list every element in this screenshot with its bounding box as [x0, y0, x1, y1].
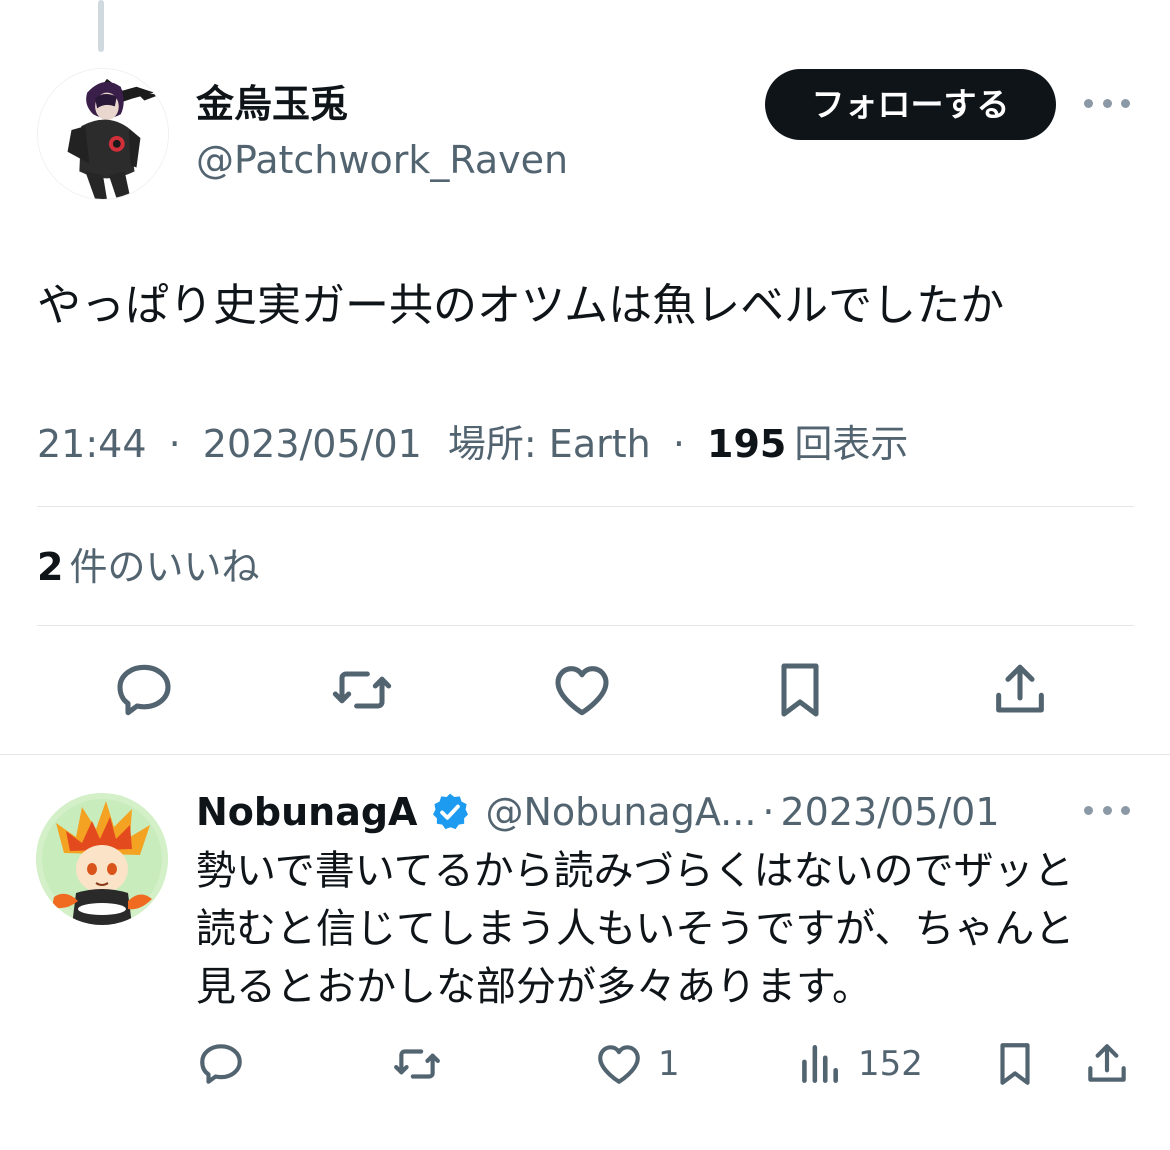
reply-likes-count: 1: [658, 1044, 680, 1084]
anime-character-avatar-icon: [36, 793, 168, 925]
reply-reply-button[interactable]: [196, 1038, 246, 1090]
reply-views-button[interactable]: 152: [794, 1038, 923, 1090]
reply-text-line: 勢いで書いてるから読みづらくはないのでザッと: [196, 848, 1074, 894]
follow-button[interactable]: フォローする: [765, 69, 1056, 140]
heart-icon: [598, 1045, 640, 1084]
reply-text: 勢いで書いてるから読みづらくはないのでザッと 読むと信じてしまう人もいそうですが…: [196, 842, 1136, 1016]
heart-icon[interactable]: [550, 658, 614, 722]
section-divider: [0, 754, 1170, 755]
likes-count: 2: [37, 545, 64, 589]
meta-separator: ·: [168, 422, 181, 466]
reply-retweet-button[interactable]: [392, 1038, 442, 1090]
tweet-metadata: 21:44 · 2023/05/01 場所: Earth · 195 回表示: [37, 418, 908, 470]
anime-character-avatar-icon: [38, 69, 168, 199]
reply-date[interactable]: 2023/05/01: [781, 790, 1000, 834]
reply-more-options-icon[interactable]: [1084, 800, 1130, 820]
reply-text-line: 見るとおかしな部分が多々あります。: [196, 964, 872, 1010]
tweet-time[interactable]: 21:44: [37, 422, 147, 466]
reply-text-line: 読むと信じてしまう人もいそうですが、ちゃんと: [196, 906, 1075, 952]
reply-author-avatar[interactable]: [36, 793, 168, 925]
bookmark-icon[interactable]: [768, 658, 832, 722]
views-count: 195: [707, 422, 787, 466]
author-avatar[interactable]: [37, 68, 169, 200]
tweet-text: やっぱり史実ガー共のオツムは魚レベルでしたか: [37, 280, 1005, 331]
retweet-icon: [394, 1049, 440, 1079]
author-handle[interactable]: @Patchwork_Raven: [196, 134, 568, 186]
retweet-icon[interactable]: [330, 658, 394, 722]
tweet-date[interactable]: 2023/05/01: [203, 422, 422, 466]
share-icon: [1088, 1044, 1126, 1082]
views-label: 回表示: [794, 422, 909, 466]
verified-badge-icon: [433, 793, 469, 830]
tweet-location: 場所: Earth: [447, 422, 651, 466]
share-icon[interactable]: [988, 658, 1052, 722]
header-separator: ·: [762, 790, 775, 834]
reply-icon[interactable]: [112, 658, 176, 722]
reply-author-handle[interactable]: @NobunagA...: [485, 790, 756, 834]
reply-share-button[interactable]: [1082, 1038, 1132, 1090]
reply-like-button[interactable]: 1: [594, 1038, 680, 1090]
likes-label: 件のいいね: [69, 545, 260, 589]
reply-bookmark-button[interactable]: [990, 1038, 1040, 1090]
divider: [37, 506, 1134, 507]
reply-author-display-name[interactable]: NobunagA: [196, 790, 417, 834]
bookmark-icon: [1000, 1043, 1030, 1085]
reply-icon: [200, 1044, 242, 1084]
thread-connector-line: [98, 0, 104, 52]
reply-header: NobunagA @NobunagA... · 2023/05/01: [196, 784, 1000, 840]
views-chart-icon: [802, 1045, 838, 1083]
tweet-detail-screen: 金烏玉兎 @Patchwork_Raven フォローする やっぱり史実ガー共のオ…: [0, 0, 1170, 1150]
meta-separator: ·: [672, 422, 685, 466]
divider: [37, 625, 1134, 626]
reply-views-count: 152: [858, 1044, 923, 1084]
more-options-icon[interactable]: [1084, 93, 1130, 113]
author-display-name[interactable]: 金烏玉兎: [196, 78, 348, 130]
likes-summary[interactable]: 2 件のいいね: [37, 541, 259, 593]
